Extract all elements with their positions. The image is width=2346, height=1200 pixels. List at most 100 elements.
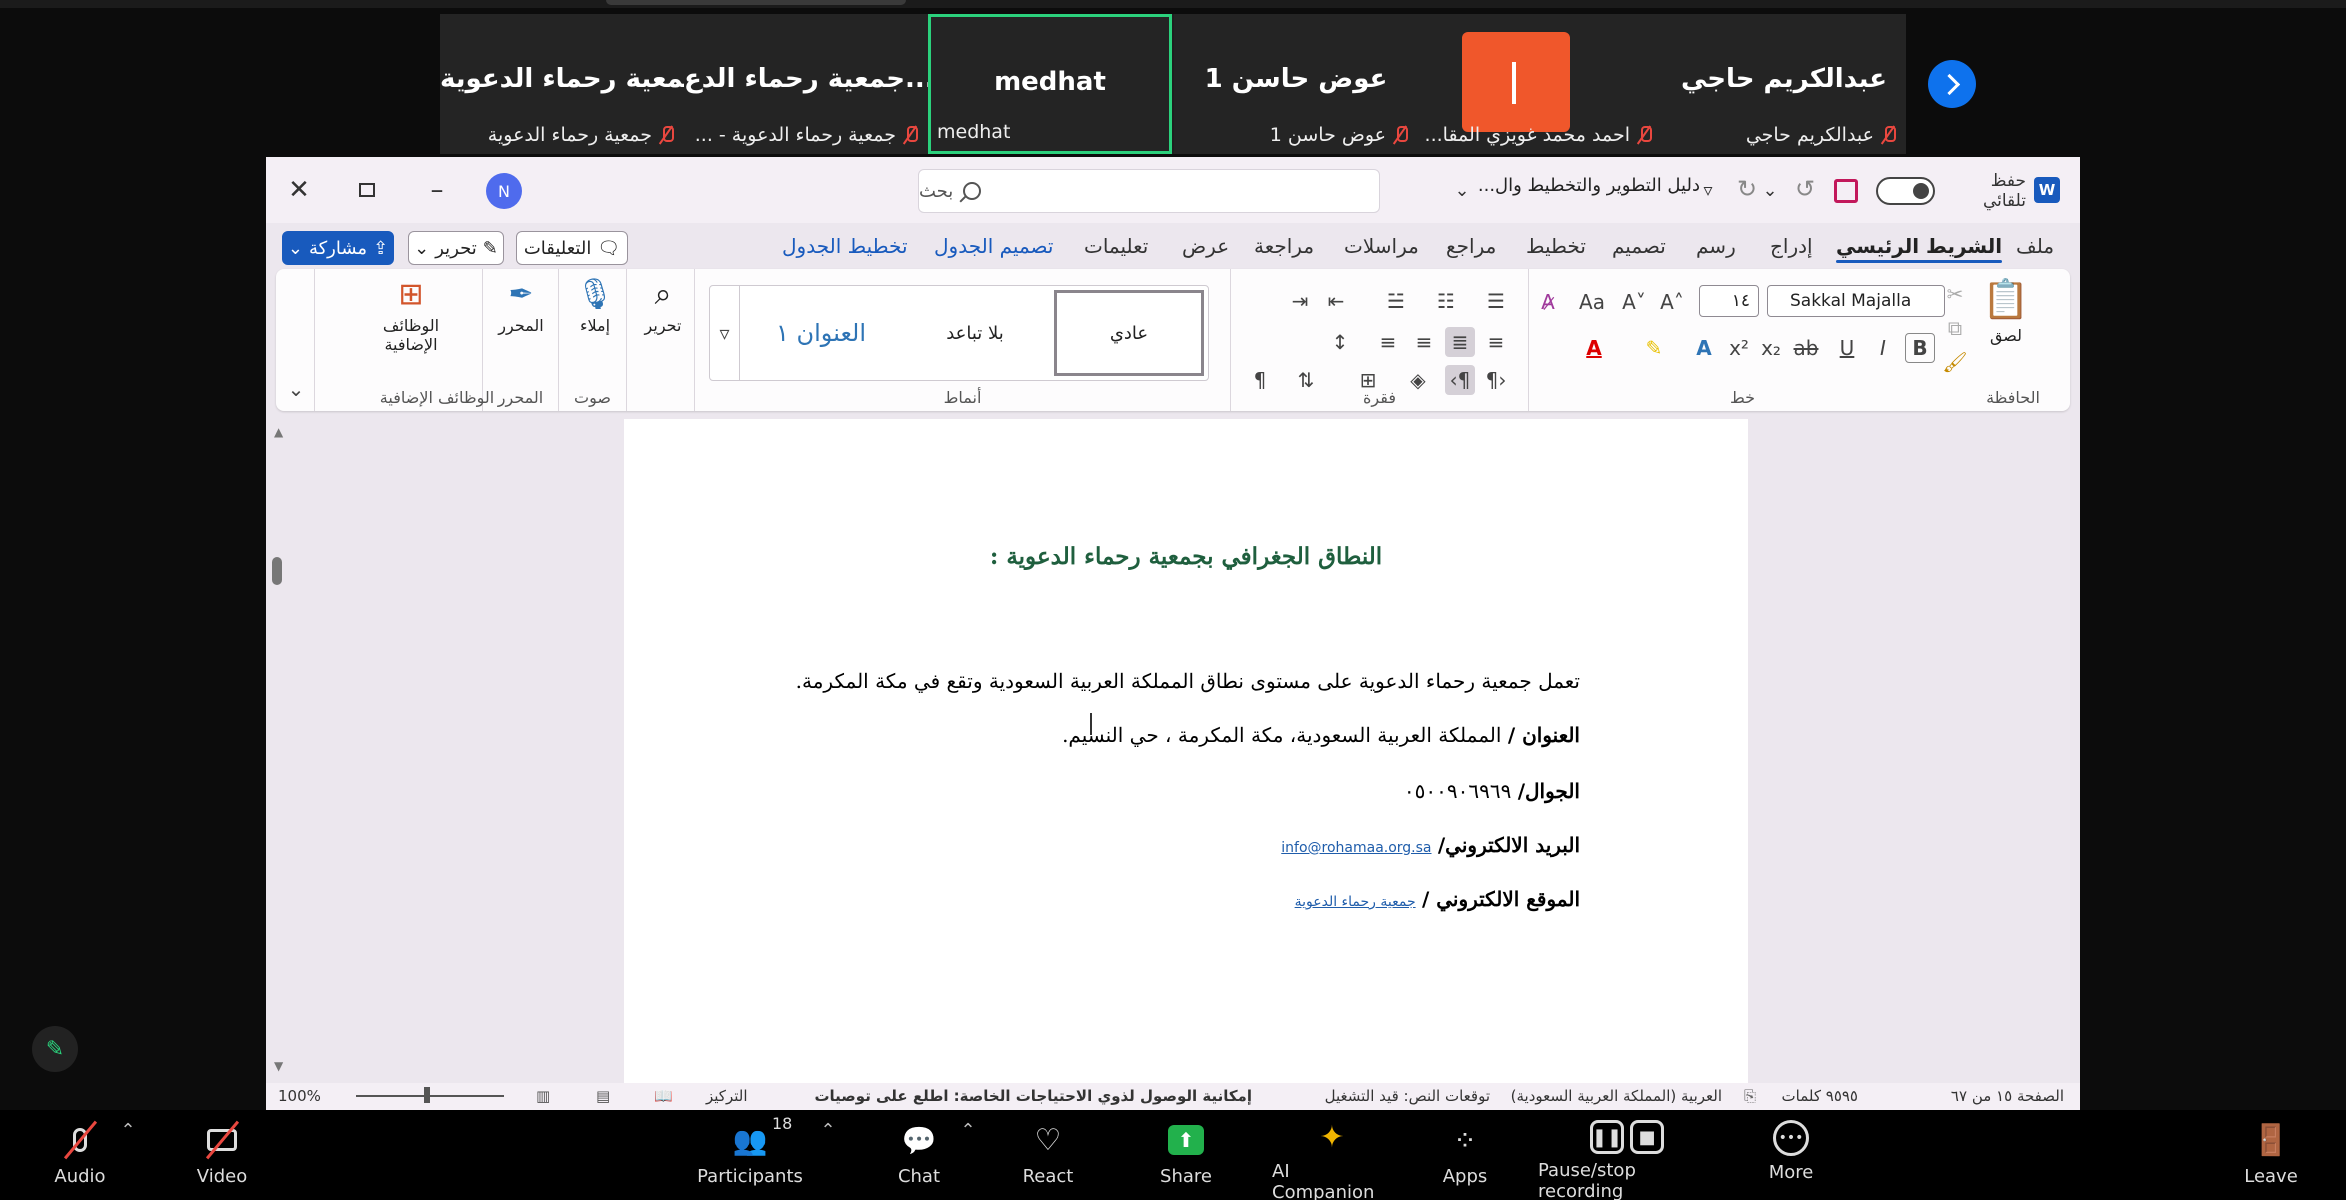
justify-icon[interactable]: ≣	[1445, 327, 1475, 357]
align-left-icon[interactable]: ≡	[1373, 327, 1403, 357]
more-button[interactable]: ••• More	[1768, 1120, 1814, 1196]
bold-icon[interactable]: B	[1905, 333, 1935, 363]
text-predictions-status[interactable]: توقعات النص: قيد التشغيل	[1325, 1087, 1490, 1105]
leave-button[interactable]: 🚪 Leave	[2244, 1120, 2298, 1196]
restore-icon[interactable]	[352, 175, 382, 205]
participant-tile[interactable]: احمد محمد غويزي المقا...	[1418, 14, 1662, 154]
avatar[interactable]: N	[486, 173, 522, 209]
customize-toolbar-icon[interactable]: ▿	[1696, 175, 1720, 205]
align-center-icon[interactable]: ≡	[1409, 327, 1439, 357]
print-layout-icon[interactable]: ▤	[596, 1087, 610, 1105]
share-screen-button[interactable]: ⬆ Share	[1158, 1120, 1214, 1196]
bullets-icon[interactable]: ☰	[1481, 287, 1511, 315]
strikethrough-icon[interactable]: ab	[1791, 333, 1821, 363]
web-layout-icon[interactable]: ▥	[536, 1087, 550, 1105]
increase-indent-icon[interactable]: ⇥	[1285, 287, 1315, 315]
audio-button[interactable]: Audio	[52, 1120, 108, 1196]
font-size-select[interactable]: ١٤	[1699, 285, 1759, 317]
redo-icon[interactable]: ↻	[1732, 173, 1762, 205]
decrease-indent-icon[interactable]: ⇤	[1321, 287, 1351, 315]
participant-tile[interactable]: جمعية رحماء الدع... جمعية رحماء الدعوية …	[684, 14, 928, 154]
participant-tile[interactable]: جمعية رحماء الدعوية جمعية رحماء الدعوية	[440, 14, 684, 154]
zoom-level[interactable]: 100%	[278, 1087, 321, 1105]
proofing-icon[interactable]: ⎘	[1744, 1087, 1756, 1105]
participant-tile[interactable]: عبدالكريم حاجي عبدالكريم حاجي	[1662, 14, 1906, 154]
focus-button[interactable]: التركيز	[706, 1087, 747, 1105]
tab-mailings[interactable]: مراسلات	[1344, 223, 1419, 269]
recording-button[interactable]: ❚❚ ■ Pause/stop recording	[1538, 1120, 1716, 1200]
editing-mode-button[interactable]: ✎ تحرير ⌄	[408, 231, 504, 265]
react-button[interactable]: ♡ React	[1020, 1120, 1076, 1196]
font-color-icon[interactable]: A	[1579, 333, 1609, 363]
next-page-arrow-icon[interactable]	[1928, 60, 1976, 108]
participants-options-chevron-icon[interactable]: ⌃	[818, 1120, 838, 1196]
highlight-icon[interactable]: ✎	[1639, 333, 1669, 363]
tab-review[interactable]: مراجعة	[1254, 223, 1314, 269]
search-input[interactable]: بحث	[918, 169, 1380, 213]
save-icon[interactable]	[1834, 179, 1858, 203]
underline-icon[interactable]: U	[1833, 333, 1861, 363]
zoom-slider[interactable]	[340, 1087, 520, 1103]
tab-layout[interactable]: تخطيط	[1526, 223, 1586, 269]
undo-icon[interactable]: ↺	[1790, 173, 1820, 205]
minimize-icon[interactable]: –	[422, 175, 452, 205]
tab-table-design[interactable]: تصميم الجدول	[934, 223, 1053, 269]
chevron-down-icon[interactable]: ⌄	[1762, 175, 1778, 205]
document-name[interactable]: دليل التطوير والتخطيط وال...	[1452, 175, 1700, 207]
participant-tile-active-speaker[interactable]: medhat medhat	[928, 14, 1172, 154]
addins-button[interactable]: ⊞ الوظائف الإضافية	[363, 277, 459, 373]
subscript-icon[interactable]: x₂	[1757, 333, 1785, 363]
video-button[interactable]: Video	[194, 1120, 250, 1196]
font-name-select[interactable]: Sakkal Majalla	[1767, 285, 1945, 317]
ai-companion-button[interactable]: ✦ AI Companion	[1272, 1120, 1392, 1200]
accessibility-status[interactable]: إمكانية الوصول لذوي الاحتياجات الخاصة: ا…	[814, 1087, 1252, 1105]
scroll-up-icon[interactable]: ▲	[274, 425, 283, 439]
paste-button[interactable]: 📋 لصق	[1970, 277, 2042, 373]
share-button[interactable]: ⇪ مشاركة ⌄	[282, 231, 394, 265]
word-count[interactable]: ٩٥٩٥ كلمات	[1782, 1087, 1858, 1105]
multilevel-list-icon[interactable]: ☱	[1381, 287, 1411, 315]
audio-options-chevron-icon[interactable]: ⌃	[118, 1120, 138, 1196]
change-case-icon[interactable]: Aa	[1575, 287, 1609, 317]
scrollbar-thumb[interactable]	[272, 557, 282, 585]
chat-options-chevron-icon[interactable]: ⌃	[958, 1120, 978, 1196]
participant-tile[interactable]: عوض حاسن 1 عوض حاسن 1	[1174, 14, 1418, 154]
superscript-icon[interactable]: x²	[1725, 333, 1753, 363]
editor-button[interactable]: ✒ المحرر	[485, 277, 557, 373]
tab-view[interactable]: عرض	[1182, 223, 1229, 269]
tab-home[interactable]: الشريط الرئيسي	[1836, 223, 2003, 269]
styles-more-icon[interactable]: ▿	[710, 286, 740, 380]
scrollbar[interactable]: ▲ ▼	[270, 419, 286, 1083]
grow-font-icon[interactable]: A˄	[1657, 287, 1687, 317]
numbering-icon[interactable]: ☷	[1431, 287, 1461, 315]
tab-file[interactable]: ملف	[2016, 223, 2054, 269]
tab-insert[interactable]: إدراج	[1770, 223, 1813, 269]
chat-button[interactable]: 💬 Chat	[894, 1120, 944, 1196]
website-link[interactable]: جمعية رحماء الدعوية	[1295, 894, 1416, 910]
dictate-button[interactable]: 🎙 إملاء	[559, 277, 631, 373]
text-effects-icon[interactable]: A	[1689, 333, 1719, 363]
participants-button[interactable]: 👥 18 Participants	[697, 1114, 803, 1196]
close-icon[interactable]: ✕	[284, 175, 314, 205]
read-mode-icon[interactable]: 📖	[654, 1087, 673, 1105]
tab-design[interactable]: تصميم	[1612, 223, 1666, 269]
top-handle[interactable]	[606, 0, 906, 5]
line-spacing-icon[interactable]: ↕	[1325, 327, 1355, 357]
email-link[interactable]: info@rohamaa.org.sa	[1281, 840, 1431, 856]
scroll-down-icon[interactable]: ▼	[274, 1059, 283, 1073]
tab-table-layout[interactable]: تخطيط الجدول	[782, 223, 908, 269]
language-status[interactable]: العربية (المملكة العربية السعودية)	[1511, 1087, 1722, 1105]
shrink-font-icon[interactable]: A˅	[1619, 287, 1649, 317]
tab-references[interactable]: مراجع	[1446, 223, 1496, 269]
italic-icon[interactable]: I	[1869, 333, 1897, 363]
comments-button[interactable]: 🗨 التعليقات	[516, 231, 628, 265]
apps-button[interactable]: ⁘ Apps	[1442, 1120, 1488, 1196]
annotate-pen-icon[interactable]: ✎	[32, 1026, 78, 1072]
align-right-icon[interactable]: ≡	[1481, 327, 1511, 357]
style-normal[interactable]: عادي	[1054, 290, 1204, 376]
toggle-switch[interactable]	[1876, 177, 1935, 205]
autosave-toggle[interactable]: حفظ تلقائي	[1876, 171, 2026, 211]
collapse-ribbon-icon[interactable]: ⌄	[284, 377, 308, 401]
document-page[interactable]: النطاق الجغرافي بجمعية رحماء الدعوية : ت…	[624, 419, 1748, 1083]
style-no-spacing[interactable]: بلا تباعد	[900, 290, 1050, 376]
